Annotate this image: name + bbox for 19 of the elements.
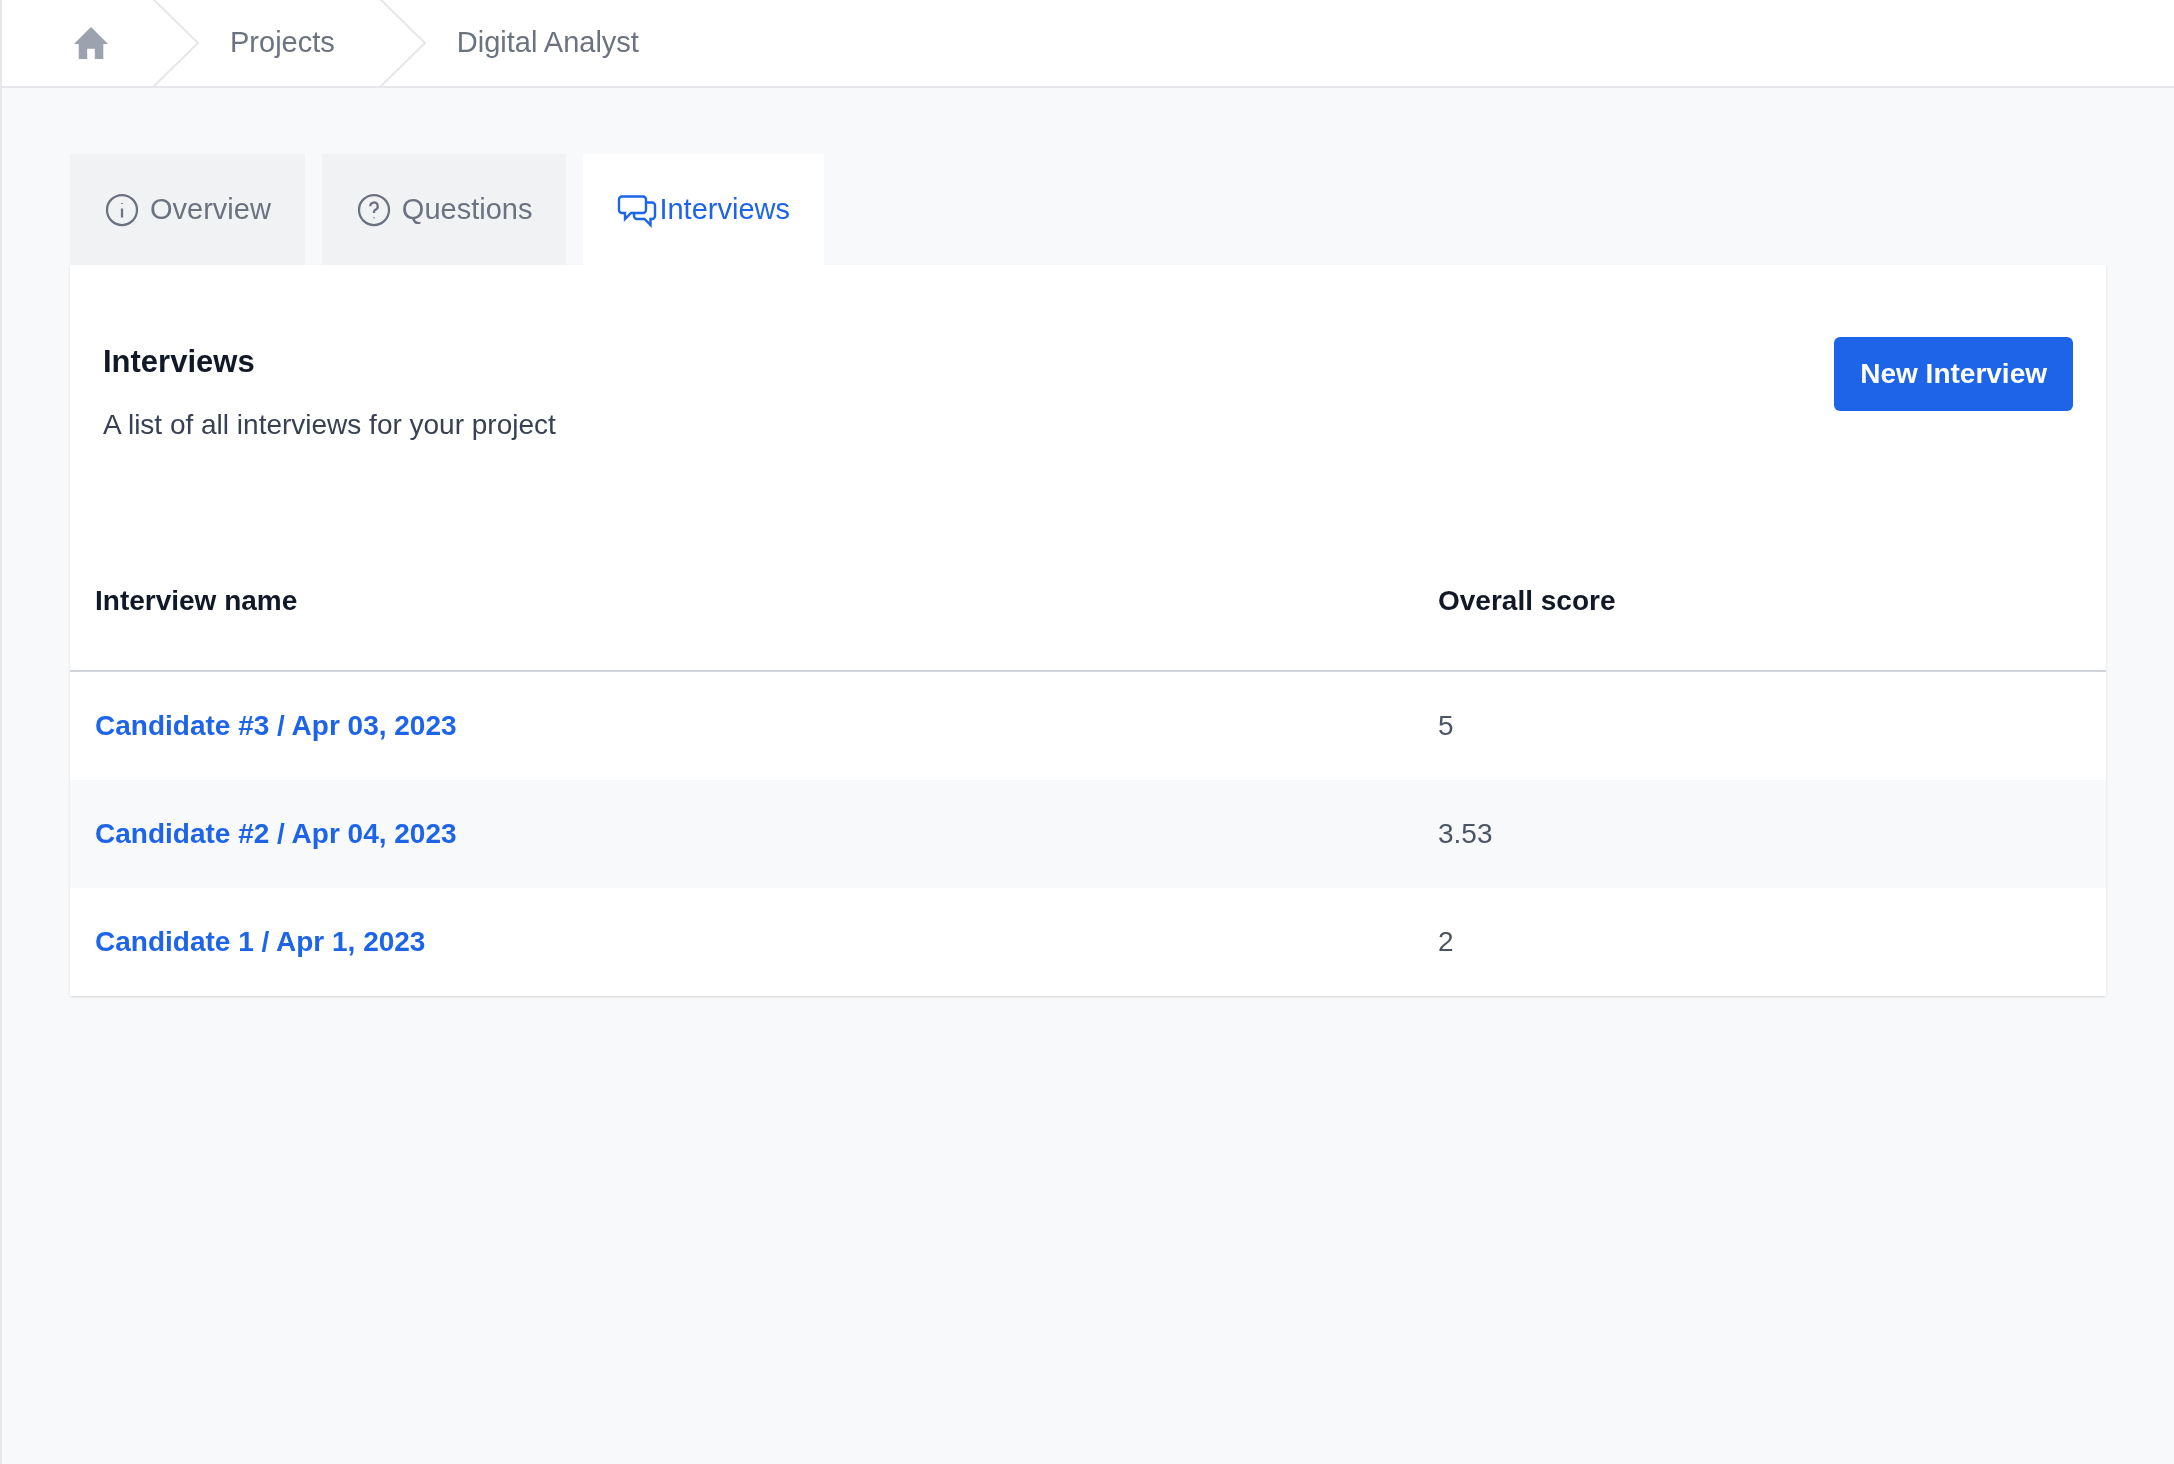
interview-link[interactable]: Candidate 1 / Apr 1, 2023	[95, 926, 426, 957]
tab[interactable]: Questions	[321, 154, 567, 265]
breadcrumb-link[interactable]: Digital Analyst	[456, 21, 639, 65]
info-icon	[104, 191, 140, 228]
column-header: Interview name	[95, 584, 298, 616]
interview-link[interactable]: Candidate #3 / Apr 03, 2023	[95, 710, 457, 741]
breadcrumb-link[interactable]: Projects	[230, 21, 335, 65]
new-interview-button[interactable]: New Interview	[1834, 337, 2073, 411]
score-cell: 3.53	[1438, 818, 1493, 849]
question-icon	[355, 191, 392, 228]
column-header: Overall score	[1438, 584, 1616, 616]
panel-title: Interviews	[103, 343, 256, 381]
interview-link[interactable]: Candidate #2 / Apr 04, 2023	[95, 818, 457, 849]
tab[interactable]: Overview	[70, 154, 305, 265]
score-cell: 5	[1438, 710, 1454, 741]
panel-subtitle: A list of all interviews for your project	[103, 407, 556, 442]
score-cell: 2	[1438, 926, 1454, 957]
home-icon[interactable]	[72, 25, 110, 61]
tab[interactable]: Interviews	[583, 154, 824, 265]
